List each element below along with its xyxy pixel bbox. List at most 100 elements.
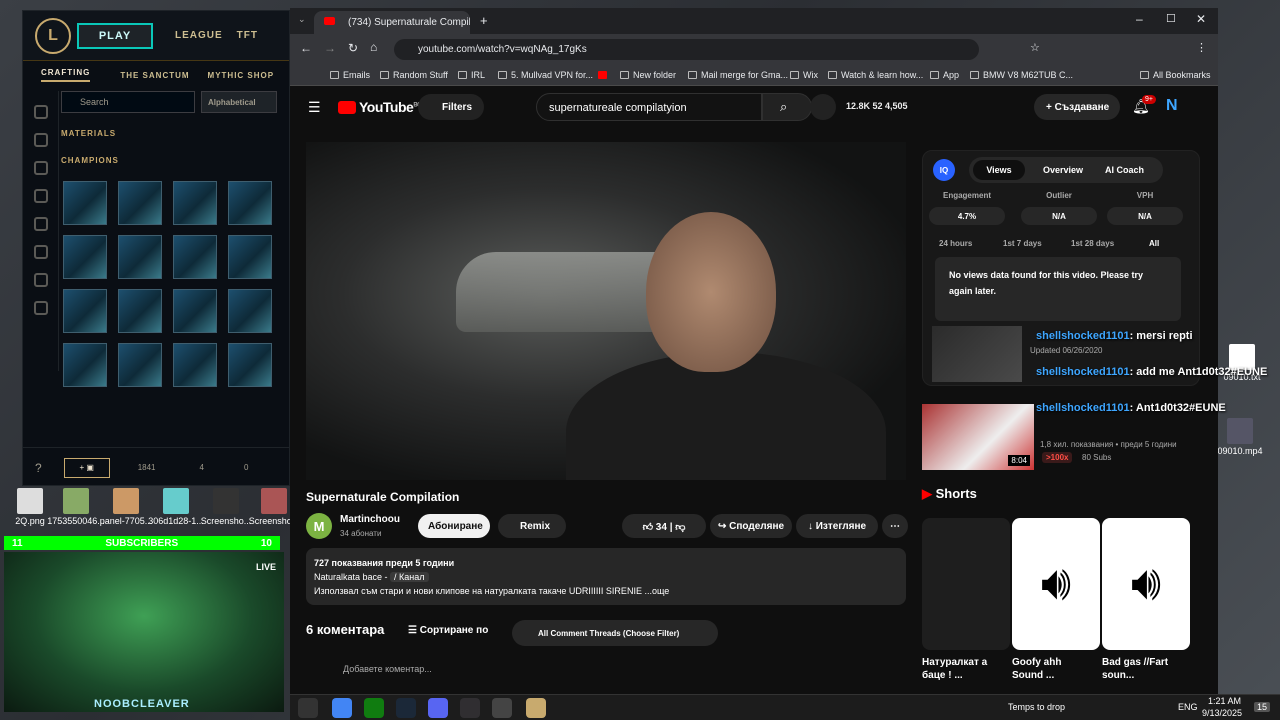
chrome-icon[interactable] [332,698,352,718]
bookmark[interactable]: App [930,70,959,80]
champion-shard[interactable] [228,289,272,333]
champion-shard[interactable] [63,343,107,387]
notification-count[interactable]: 15 [1254,702,1271,712]
new-tab-icon[interactable]: + [480,13,488,28]
home-icon[interactable]: ⌂ [370,40,377,54]
short-title[interactable]: Bad gas //Fart soun... [1102,656,1174,682]
minimize-icon[interactable]: – [1136,12,1143,26]
clock-time[interactable]: 1:21 AM [1208,696,1241,706]
range-24h[interactable]: 24 hours [939,239,972,248]
help-icon[interactable]: ? [35,461,42,475]
chest-icon[interactable] [33,133,48,147]
tab-crafting[interactable]: CRAFTING [41,68,91,82]
search-button[interactable]: ⌕ [762,93,812,121]
related-thumbnail[interactable]: 8:04 [922,404,1034,470]
weather-text[interactable]: Temps to drop [1008,702,1065,712]
steam-icon[interactable] [396,698,416,718]
champion-shard[interactable] [173,343,217,387]
download-button[interactable]: ↓ Изтегляне [796,514,878,538]
lol-logo-icon[interactable]: L [35,17,71,54]
url-input[interactable]: youtube.com/watch?v=wqNAg_17gKs [394,39,979,60]
bookmark[interactable]: BMW V8 M62TUB C... [970,70,1073,80]
subscribe-button[interactable]: Абониране [418,514,490,538]
tab-sanctum[interactable]: THE SANCTUM [120,71,189,80]
bookmark[interactable]: IRL [458,70,485,80]
back-icon[interactable]: ← [300,41,312,55]
all-bookmarks[interactable]: All Bookmarks [1140,70,1211,80]
champion-icon[interactable] [33,161,48,175]
menu-icon[interactable]: ⋮ [1196,41,1207,54]
obs-icon[interactable] [460,698,480,718]
create-button[interactable]: + Създаване [1034,94,1120,120]
range-all[interactable]: All [1149,239,1159,248]
browser-tab[interactable]: (734) Supernaturale Compil [314,11,470,34]
tab-overview[interactable]: Overview [1043,165,1083,175]
description-box[interactable]: 727 показвания преди 5 години Naturalkat… [306,548,906,605]
champion-shard[interactable] [118,181,162,225]
champion-shard[interactable] [118,235,162,279]
bookmark[interactable]: Random Stuff [380,70,448,80]
short-title[interactable]: Натуралкат а баце ! ... [922,656,994,682]
bookmark[interactable]: Watch & learn how... [828,70,923,80]
bookmark-youtube[interactable] [598,70,611,80]
channel-avatar[interactable]: M [306,513,332,539]
search-input[interactable]: supernatureale compilatyion [536,93,762,121]
add-chest-button[interactable]: + ▣ [63,457,110,478]
bookmark[interactable]: Mail merge for Gma... [688,70,788,80]
champion-shard[interactable] [228,343,272,387]
grid-icon[interactable] [33,105,48,119]
skin-icon[interactable] [33,189,48,203]
short-thumbnail[interactable]: 🔊︎ [1012,518,1100,650]
champion-shard[interactable] [118,289,162,333]
star-icon[interactable]: ☆ [1030,41,1040,54]
hamburger-icon[interactable]: ☰ [308,99,321,116]
tft-tab[interactable]: TFT [237,30,258,41]
short-thumbnail[interactable] [922,518,1010,650]
video-player[interactable] [306,142,906,480]
champion-shard[interactable] [63,235,107,279]
champion-shard[interactable] [173,289,217,333]
desktop-file-icon[interactable]: 09010.mp4 [1210,418,1270,456]
bookmark[interactable]: New folder [620,70,676,80]
add-comment-input[interactable]: Добавете коментар... [343,664,432,674]
sort-dropdown[interactable]: Alphabetical [201,91,277,113]
tab-mythic-shop[interactable]: MYTHIC SHOP [208,71,275,80]
taskbar-app-icon[interactable] [492,698,512,718]
bookmark[interactable]: Wix [790,70,818,80]
language-indicator[interactable]: ENG [1178,702,1198,712]
forward-icon[interactable]: → [324,41,336,55]
ward-icon[interactable] [33,217,48,231]
like-button[interactable]: 👍︎ 34 | 👎︎ [622,514,706,538]
eternals-icon[interactable] [33,301,48,315]
champion-shard[interactable] [228,235,272,279]
play-button[interactable]: PLAY [77,22,153,49]
avatar[interactable]: N [1166,97,1178,115]
short-title[interactable]: Goofy ahh Sound ... [1012,656,1084,682]
champion-shard[interactable] [173,181,217,225]
mic-icon[interactable] [810,94,836,120]
tab-list-icon[interactable]: ⌄ [298,14,306,25]
champion-shard[interactable] [63,181,107,225]
xbox-icon[interactable] [364,698,384,718]
maximize-icon[interactable]: ☐ [1166,12,1176,25]
short-thumbnail[interactable]: 🔊︎ [1102,518,1190,650]
channel-name[interactable]: Martinchoou [340,514,400,525]
bookmark[interactable]: Emails [330,70,370,80]
icon-icon[interactable] [33,273,48,287]
remix-button[interactable]: Remix [498,514,566,538]
filters-button[interactable]: Filters [418,94,484,120]
emote-icon[interactable] [33,245,48,259]
range-28d[interactable]: 1st 28 days [1071,239,1114,248]
comment-filter-dropdown[interactable]: All Comment Threads (Choose Filter) [512,620,718,646]
channel-link[interactable]: / Канал [390,572,429,582]
more-icon[interactable]: ⋯ [882,514,908,538]
clock-date[interactable]: 9/13/2025 [1202,708,1242,718]
share-button[interactable]: ↪ Споделяне [710,514,792,538]
champion-shard[interactable] [228,181,272,225]
discord-icon[interactable] [428,698,448,718]
close-icon[interactable]: ✕ [1196,12,1206,26]
champion-shard[interactable] [173,235,217,279]
lol-icon[interactable] [526,698,546,718]
tab-ai-coach[interactable]: AI Coach [1105,165,1144,175]
search-input[interactable]: Search [61,91,195,113]
